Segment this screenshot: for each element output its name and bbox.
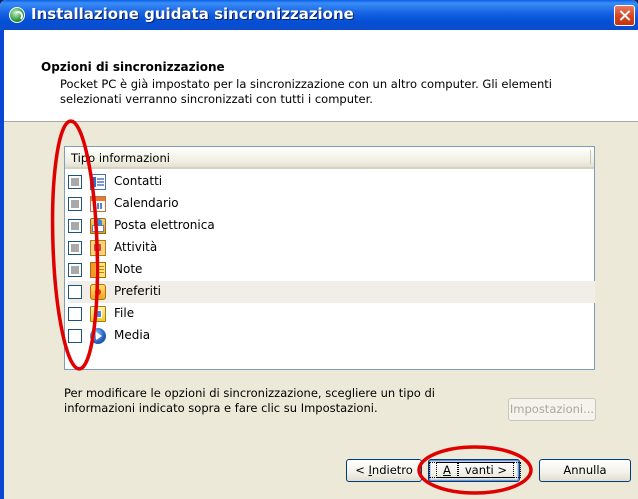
checkbox-preferiti[interactable] bbox=[68, 285, 82, 299]
list-item-label: Note bbox=[114, 262, 143, 276]
list-item-file[interactable]: File bbox=[68, 303, 595, 325]
wizard-header: Opzioni di sincronizzazione Pocket PC è … bbox=[4, 30, 638, 122]
checkbox-media[interactable] bbox=[68, 329, 82, 343]
list-item-label: File bbox=[114, 306, 135, 320]
tasks-icon bbox=[90, 240, 106, 256]
list-item-calendario[interactable]: Calendario bbox=[68, 193, 595, 215]
list-item-label: Contatti bbox=[114, 174, 163, 188]
list-item-label: Attività bbox=[114, 240, 158, 254]
list-item-note[interactable]: Note bbox=[68, 259, 595, 281]
cancel-button[interactable]: Annulla bbox=[539, 459, 631, 482]
next-button-label: vanti > bbox=[457, 462, 515, 478]
page-description: Pocket PC è già impostato per la sincron… bbox=[60, 77, 553, 106]
sync-app-icon bbox=[9, 7, 25, 23]
checkbox-file[interactable] bbox=[68, 307, 82, 321]
sync-items-list[interactable]: Tipo informazioni Contatti Calendario Po… bbox=[64, 146, 595, 370]
settings-hint-text: Per modificare le opzioni di sincronizza… bbox=[64, 386, 435, 415]
title-bar[interactable]: Installazione guidata sincronizzazione bbox=[0, 0, 638, 30]
list-item-posta[interactable]: Posta elettronica bbox=[68, 215, 595, 237]
wizard-window: Installazione guidata sincronizzazione O… bbox=[0, 0, 638, 499]
contacts-icon bbox=[90, 174, 106, 190]
list-item-label: Posta elettronica bbox=[114, 218, 215, 232]
list-item-label: Media bbox=[114, 328, 151, 342]
column-separator[interactable] bbox=[590, 150, 591, 164]
list-item-label: Calendario bbox=[114, 196, 179, 210]
column-header-label: Tipo informazioni bbox=[71, 151, 170, 165]
list-item-contatti[interactable]: Contatti bbox=[68, 171, 595, 193]
list-item-attivita[interactable]: Attività bbox=[68, 237, 595, 259]
favorites-icon bbox=[90, 284, 106, 300]
window-title: Installazione guidata sincronizzazione bbox=[31, 5, 354, 23]
checkbox-note[interactable] bbox=[68, 263, 82, 277]
mail-icon bbox=[90, 218, 106, 234]
file-icon bbox=[90, 306, 106, 322]
back-button[interactable]: < Indietro bbox=[346, 459, 422, 482]
page-title: Opzioni di sincronizzazione bbox=[41, 60, 225, 74]
close-button[interactable] bbox=[614, 5, 635, 26]
list-item-label: Preferiti bbox=[114, 284, 161, 298]
next-button-accesskey: A bbox=[436, 462, 458, 478]
back-button-prefix: < bbox=[355, 463, 369, 477]
checkbox-attivita[interactable] bbox=[68, 241, 82, 255]
next-button[interactable]: Avanti > bbox=[428, 459, 522, 482]
back-button-label: ndietro bbox=[371, 463, 413, 477]
checkbox-posta[interactable] bbox=[68, 219, 82, 233]
list-item-media[interactable]: Media bbox=[68, 325, 595, 347]
checkbox-calendario[interactable] bbox=[68, 197, 82, 211]
column-header-info-type[interactable]: Tipo informazioni bbox=[65, 147, 594, 169]
next-button-focus: Avanti > bbox=[429, 462, 522, 478]
calendar-icon bbox=[90, 196, 106, 212]
checkbox-contatti[interactable] bbox=[68, 175, 82, 189]
list-item-preferiti[interactable]: Preferiti bbox=[68, 281, 595, 303]
media-icon bbox=[90, 328, 106, 344]
settings-button[interactable]: Impostazioni... bbox=[508, 398, 596, 421]
notes-icon bbox=[90, 262, 106, 278]
